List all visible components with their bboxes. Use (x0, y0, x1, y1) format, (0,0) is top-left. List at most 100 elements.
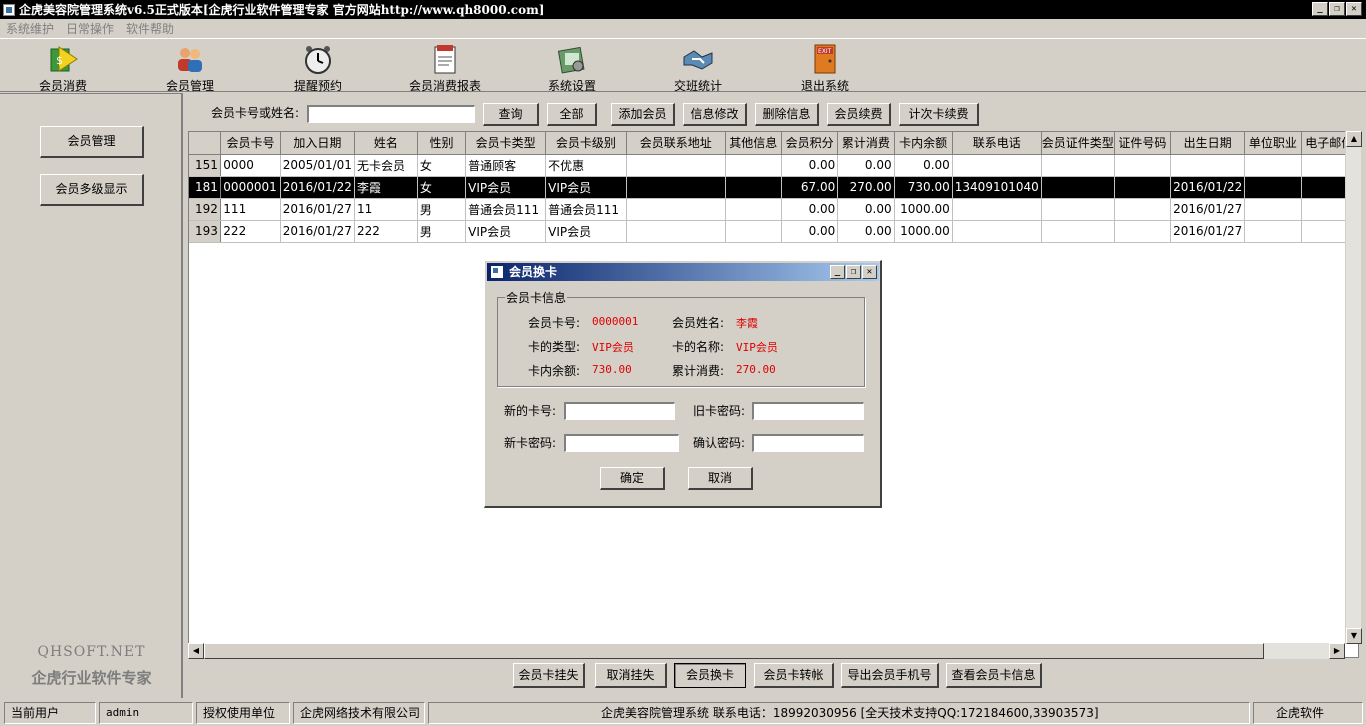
scroll-down-icon[interactable]: ▼ (1346, 628, 1362, 644)
col-header[interactable]: 会员联系地址 (626, 132, 726, 155)
cell: 2016/01/27 (1170, 220, 1246, 243)
dialog-maximize-button[interactable]: ❐ (846, 265, 861, 279)
export-phone-button[interactable]: 导出会员手机号 (841, 663, 939, 688)
col-header[interactable]: 加入日期 (280, 132, 355, 155)
cell: 111 (220, 198, 281, 221)
cell (952, 154, 1042, 177)
cell: 李霞 (354, 176, 418, 199)
menu-daily[interactable]: 日常操作 (66, 20, 114, 37)
toolbar-report[interactable]: 会员消费报表 (395, 41, 495, 93)
query-button[interactable]: 查询 (483, 103, 539, 126)
report-loss-button[interactable]: 会员卡挂失 (513, 663, 585, 688)
dialog-close-button[interactable]: ✕ (862, 265, 877, 279)
delete-info-button[interactable]: 删除信息 (755, 103, 819, 126)
change-card-button[interactable]: 会员换卡 (674, 663, 746, 688)
cell: 0000 (220, 154, 281, 177)
cell (1170, 154, 1246, 177)
cell (626, 198, 726, 221)
cancel-button[interactable]: 取消 (688, 467, 753, 490)
toolbar-reminder[interactable]: 提醒预约 (268, 41, 368, 93)
cancel-loss-button[interactable]: 取消挂失 (595, 663, 667, 688)
balance-value: 730.00 (592, 363, 632, 376)
table-row[interactable]: 192 111 2016/01/27 11 男 普通会员111 普通会员111 … (189, 198, 1358, 221)
col-header[interactable]: 性别 (417, 132, 467, 155)
cell: 2005/01/01 (280, 154, 355, 177)
col-header[interactable]: 姓名 (354, 132, 418, 155)
card-name-value: VIP会员 (736, 341, 778, 354)
col-header[interactable]: 证件号码 (1114, 132, 1172, 155)
menu-help[interactable]: 软件帮助 (126, 20, 174, 37)
col-header[interactable]: 会员卡号 (220, 132, 281, 155)
col-header[interactable]: 单位职业 (1244, 132, 1302, 155)
status-license-label: 授权使用单位 (196, 702, 290, 724)
confirm-pwd-input[interactable] (752, 434, 864, 452)
report-icon (434, 45, 456, 74)
member-renew-button[interactable]: 会员续费 (827, 103, 891, 126)
scroll-up-icon[interactable]: ▲ (1346, 131, 1362, 147)
count-card-renew-button[interactable]: 计次卡续费 (899, 103, 979, 126)
horizontal-scrollbar[interactable]: ◀ ▶ (188, 643, 1345, 659)
dialog-title: 会员换卡 (509, 265, 558, 279)
add-member-button[interactable]: 添加会员 (611, 103, 675, 126)
minimize-button[interactable]: _ (1312, 2, 1328, 16)
toolbar-exit[interactable]: EXIT 退出系统 (775, 41, 875, 93)
col-header[interactable]: 其他信息 (725, 132, 782, 155)
cell: 普通会员111 (545, 198, 627, 221)
col-header[interactable]: 会员卡类型 (465, 132, 547, 155)
cell: 11 (354, 198, 418, 221)
col-header[interactable]: 累计消费 (837, 132, 895, 155)
old-pwd-input[interactable] (752, 402, 864, 420)
close-button[interactable]: ✕ (1346, 2, 1362, 16)
search-label: 会员卡号或姓名: (211, 106, 300, 120)
menu-system[interactable]: 系统维护 (6, 20, 54, 37)
cell (1041, 198, 1115, 221)
app-icon (3, 3, 15, 16)
member-name-value: 李霞 (736, 317, 758, 330)
cell: 2016/01/27 (280, 198, 355, 221)
cell: 男 (417, 198, 467, 221)
col-header[interactable]: 会员卡级别 (545, 132, 627, 155)
table-row[interactable]: 151 0000 2005/01/01 无卡会员 女 普通顾客 不优惠 0.00… (189, 154, 1358, 177)
col-header[interactable]: 卡内余额 (894, 132, 953, 155)
settings-icon (557, 46, 585, 74)
scroll-thumb[interactable] (204, 643, 1264, 659)
col-header[interactable]: 会员证件类型 (1041, 132, 1115, 155)
grid-corner (189, 132, 222, 155)
edit-info-button[interactable]: 信息修改 (683, 103, 747, 126)
cell: 0.00 (781, 198, 839, 221)
card-transfer-button[interactable]: 会员卡转帐 (754, 663, 834, 688)
vertical-scrollbar[interactable]: ▲ ▼ (1345, 131, 1362, 644)
member-table: 会员卡号 加入日期 姓名 性别 会员卡类型 会员卡级别 会员联系地址 其他信息 … (189, 132, 1358, 243)
cell (1041, 154, 1115, 177)
scroll-right-icon[interactable]: ▶ (1329, 643, 1345, 659)
all-button[interactable]: 全部 (547, 103, 597, 126)
table-row[interactable]: 193 222 2016/01/27 222 男 VIP会员 VIP会员 0.0… (189, 220, 1358, 243)
ok-button[interactable]: 确定 (600, 467, 665, 490)
col-header[interactable]: 出生日期 (1170, 132, 1246, 155)
search-input[interactable] (307, 105, 475, 123)
table-row-selected[interactable]: 181 0000001 2016/01/22 李霞 女 VIP会员 VIP会员 … (189, 176, 1358, 199)
toolbar-shift-stats[interactable]: 交班统计 (648, 41, 748, 93)
cell (952, 220, 1042, 243)
card-name-label: 卡的名称: (672, 340, 725, 354)
new-pwd-input[interactable] (564, 434, 679, 452)
handshake-icon (683, 50, 713, 70)
cell (1244, 220, 1302, 243)
col-header[interactable]: 联系电话 (952, 132, 1042, 155)
toolbar-member-manage[interactable]: 会员管理 (140, 41, 240, 93)
restore-button[interactable]: ❐ (1329, 2, 1345, 16)
toolbar-label: 系统设置 (547, 79, 596, 93)
toolbar-member-consume[interactable]: $ 会员消费 (13, 41, 113, 93)
dialog-title-bar[interactable]: 会员换卡 _ ❐ ✕ (487, 263, 879, 281)
dialog-minimize-button[interactable]: _ (830, 265, 845, 279)
cell (952, 198, 1042, 221)
member-manage-button[interactable]: 会员管理 (40, 126, 144, 158)
scroll-left-icon[interactable]: ◀ (188, 643, 204, 659)
card-type-value: VIP会员 (592, 341, 634, 354)
toolbar-settings[interactable]: 系统设置 (522, 41, 622, 93)
member-multilevel-button[interactable]: 会员多级显示 (40, 174, 144, 206)
cell: 730.00 (894, 176, 953, 199)
view-card-info-button[interactable]: 查看会员卡信息 (946, 663, 1042, 688)
new-card-input[interactable] (564, 402, 675, 420)
col-header[interactable]: 会员积分 (781, 132, 839, 155)
